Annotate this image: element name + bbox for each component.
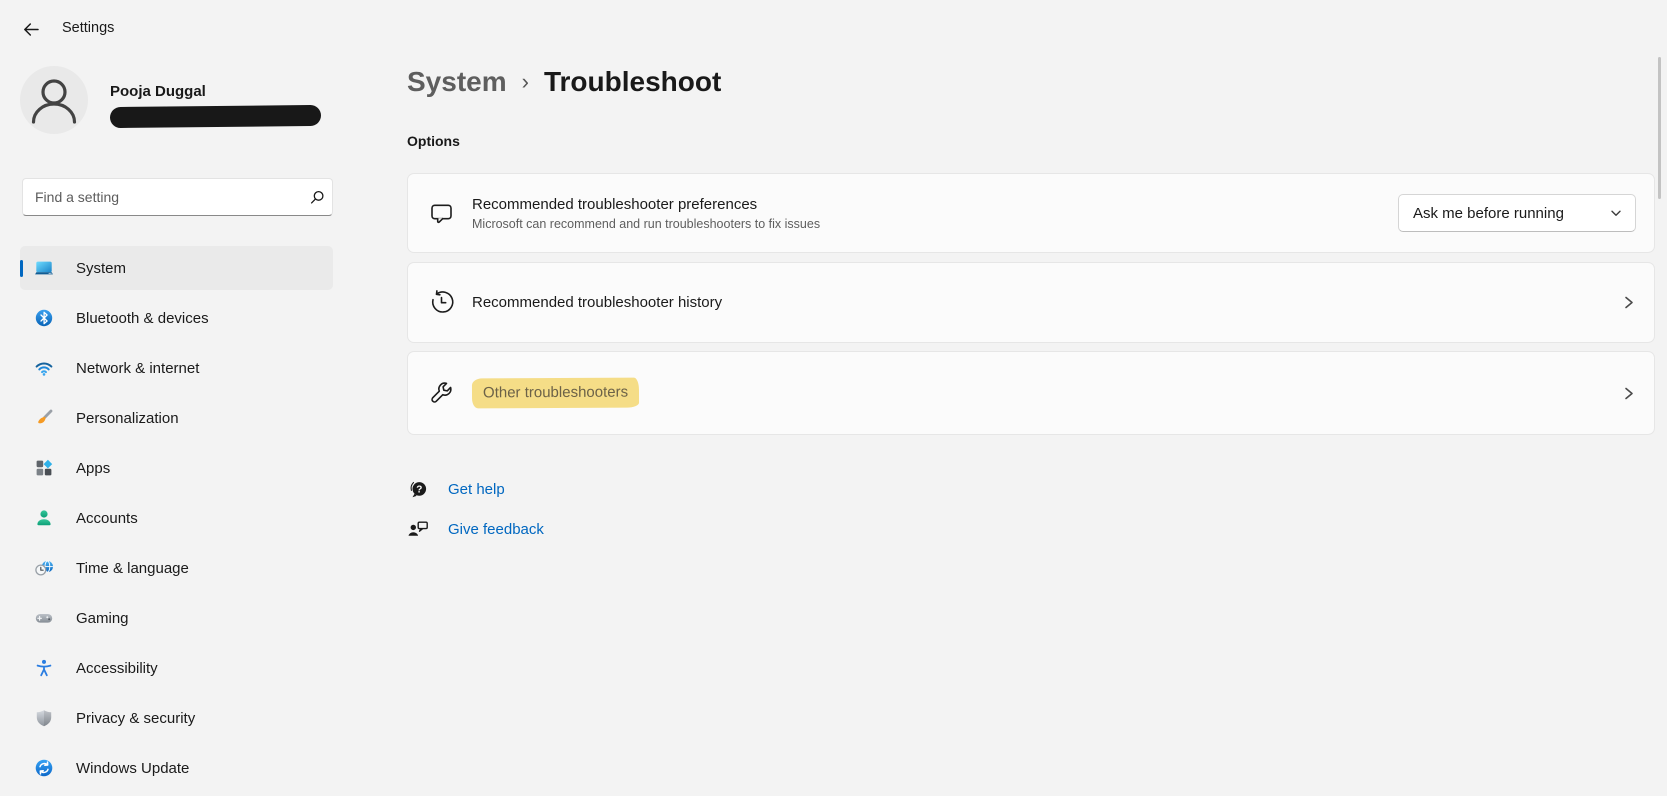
person-icon (34, 508, 54, 528)
avatar (20, 66, 88, 134)
card-title: Recommended troubleshooter preferences (472, 196, 820, 213)
sidebar-item-label: Bluetooth & devices (76, 310, 209, 327)
get-help-link[interactable]: ? Get help (407, 478, 505, 500)
sidebar-item-apps[interactable]: Apps (20, 446, 333, 490)
card-title: Recommended troubleshooter history (472, 294, 722, 311)
breadcrumb: System › Troubleshoot (407, 66, 721, 98)
sidebar-item-label: Privacy & security (76, 710, 195, 727)
page-title: Troubleshoot (544, 66, 721, 98)
sidebar-item-label: System (76, 260, 126, 277)
card-other-troubleshooters[interactable]: Other troubleshooters (407, 351, 1655, 435)
search-icon (302, 189, 332, 205)
help-bubble-icon: ? (407, 478, 429, 500)
sidebar-item-personalization[interactable]: Personalization (20, 396, 333, 440)
sidebar-item-accessibility[interactable]: Accessibility (20, 646, 333, 690)
sidebar-item-label: Accounts (76, 510, 138, 527)
user-name: Pooja Duggal (110, 83, 321, 100)
bluetooth-icon (34, 308, 54, 328)
sidebar-item-label: Windows Update (76, 760, 189, 777)
update-arrows-icon (34, 758, 54, 778)
paintbrush-icon (34, 408, 54, 428)
sidebar-item-gaming[interactable]: Gaming (20, 596, 333, 640)
card-subtitle: Microsoft can recommend and run troubles… (472, 217, 820, 231)
person-outline-icon (20, 66, 88, 134)
breadcrumb-separator-icon: › (522, 69, 529, 95)
system-icon (34, 258, 54, 278)
selection-indicator (20, 260, 23, 277)
preferences-dropdown[interactable]: Ask me before running (1398, 194, 1636, 232)
card-troubleshooter-preferences: Recommended troubleshooter preferences M… (407, 173, 1655, 253)
link-label: Give feedback (448, 521, 544, 538)
app-title: Settings (62, 20, 114, 36)
sidebar-item-system[interactable]: System (20, 246, 333, 290)
options-heading: Options (407, 133, 460, 149)
chevron-right-icon (1621, 295, 1636, 310)
sidebar-item-privacy-security[interactable]: Privacy & security (20, 696, 333, 740)
chevron-right-icon (1621, 386, 1636, 401)
account-area[interactable]: Pooja Duggal (20, 66, 321, 134)
shield-icon (34, 708, 54, 728)
comment-bubble-icon (428, 200, 455, 227)
search-box[interactable] (22, 178, 333, 216)
feedback-person-icon (407, 518, 429, 540)
sidebar-item-time-language[interactable]: Time & language (20, 546, 333, 590)
wifi-icon (34, 358, 54, 378)
wrench-icon (428, 380, 455, 407)
settings-window: Settings Pooja Duggal (0, 0, 1667, 785)
sidebar-item-label: Network & internet (76, 360, 199, 377)
search-input[interactable] (23, 189, 302, 205)
dropdown-selected-value: Ask me before running (1413, 205, 1609, 222)
sidebar-item-label: Gaming (76, 610, 129, 627)
clock-globe-icon (34, 558, 54, 578)
sidebar-item-bluetooth-devices[interactable]: Bluetooth & devices (20, 296, 333, 340)
sidebar-item-label: Time & language (76, 560, 189, 577)
scrollbar-thumb[interactable] (1658, 57, 1661, 199)
link-label: Get help (448, 481, 505, 498)
breadcrumb-system[interactable]: System (407, 66, 507, 98)
back-button[interactable] (16, 16, 44, 42)
sidebar-item-accounts[interactable]: Accounts (20, 496, 333, 540)
back-arrow-icon (22, 21, 39, 38)
card-troubleshooter-history[interactable]: Recommended troubleshooter history (407, 262, 1655, 343)
history-icon (428, 289, 455, 316)
gamepad-icon (34, 608, 54, 628)
apps-grid-icon (34, 458, 54, 478)
svg-text:?: ? (416, 485, 422, 496)
redacted-email (110, 105, 321, 128)
sidebar-item-network-internet[interactable]: Network & internet (20, 346, 333, 390)
sidebar-item-label: Apps (76, 460, 110, 477)
sidebar-item-windows-update[interactable]: Windows Update (20, 746, 333, 790)
give-feedback-link[interactable]: Give feedback (407, 518, 544, 540)
highlighted-card-title: Other troubleshooters (472, 378, 639, 409)
accessibility-icon (34, 658, 54, 678)
chevron-down-icon (1609, 206, 1623, 220)
sidebar-nav: System Bluetooth & devices Network & int… (20, 246, 333, 796)
sidebar-item-label: Personalization (76, 410, 179, 427)
sidebar-item-label: Accessibility (76, 660, 158, 677)
